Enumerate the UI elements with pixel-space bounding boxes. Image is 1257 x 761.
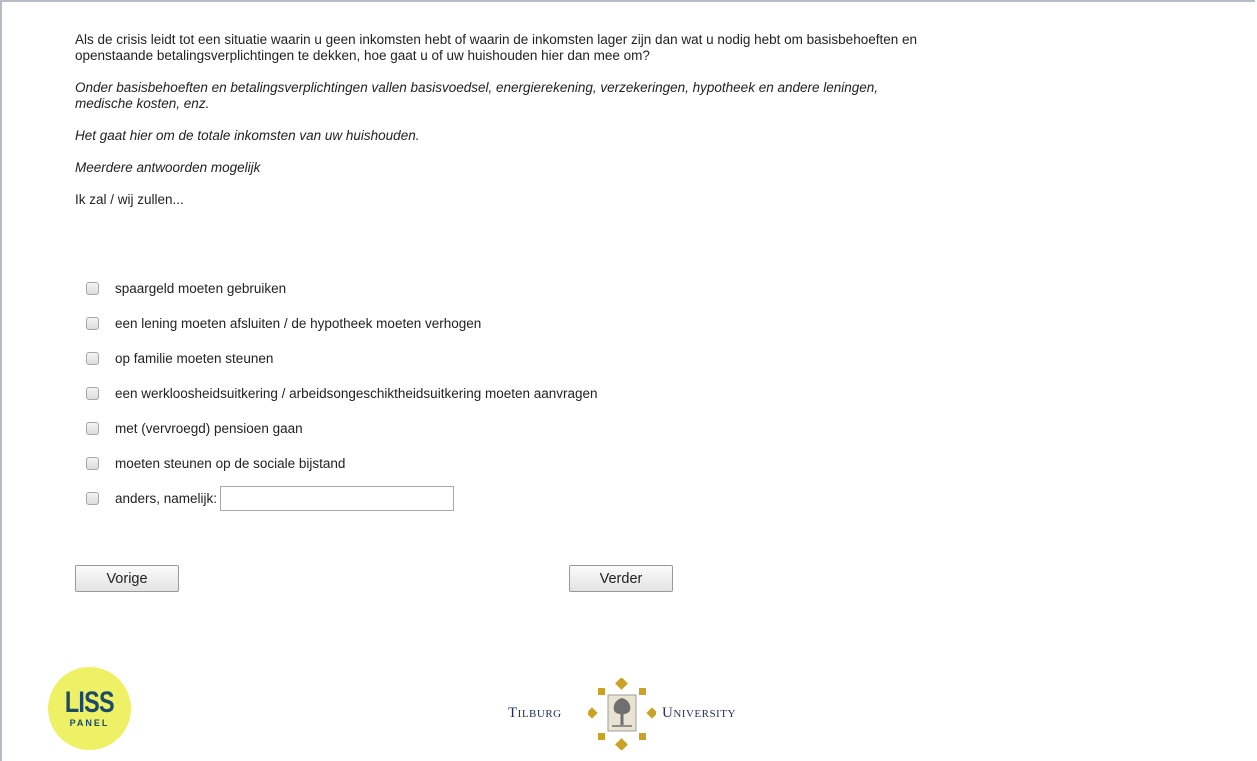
option-anders[interactable]: anders, namelijk: <box>86 481 598 516</box>
other-text-input[interactable] <box>220 486 455 511</box>
option-label: een werkloosheidsuitkering / arbeidsonge… <box>115 386 598 401</box>
checkbox[interactable] <box>86 492 99 505</box>
option-label: spaargeld moeten gebruiken <box>115 281 287 296</box>
liss-logo-text: LISS <box>65 686 115 719</box>
question-note-definitions: Onder basisbehoeften en betalingsverplic… <box>75 80 879 111</box>
option-label: een lening moeten afsluiten / de hypothe… <box>115 316 482 331</box>
option-uitkering[interactable]: een werkloosheidsuitkering / arbeidsonge… <box>86 376 598 411</box>
checkbox[interactable] <box>86 282 99 295</box>
next-button[interactable]: Verder <box>569 565 673 592</box>
option-bijstand[interactable]: moeten steunen op de sociale bijstand <box>86 446 598 481</box>
option-label: op familie moeten steunen <box>115 351 274 366</box>
question-note-household: Het gaat hier om de totale inkomsten van… <box>75 128 420 143</box>
question-note-multiple: Meerdere antwoorden mogelijk <box>75 160 261 175</box>
option-label: moeten steunen op de sociale bijstand <box>115 456 346 471</box>
question-text: Als de crisis leidt tot een situatie waa… <box>75 32 918 63</box>
tilburg-university-logo: Tilburg University <box>508 678 768 750</box>
checkbox[interactable] <box>86 457 99 470</box>
option-label: met (vervroegd) pensioen gaan <box>115 421 303 436</box>
option-label: anders, namelijk: <box>115 491 218 506</box>
tilburg-logo-right-text: University <box>662 705 736 721</box>
option-familie[interactable]: op familie moeten steunen <box>86 341 598 376</box>
liss-logo-subtext: PANEL <box>69 718 110 728</box>
checkbox[interactable] <box>86 422 99 435</box>
checkbox[interactable] <box>86 352 99 365</box>
checkbox[interactable] <box>86 387 99 400</box>
previous-button[interactable]: Vorige <box>75 565 179 592</box>
liss-panel-logo: LISS PANEL <box>48 667 131 750</box>
question-lead: Ik zal / wij zullen... <box>75 192 184 207</box>
tilburg-logo-left-text: Tilburg <box>508 705 562 721</box>
tilburg-emblem-icon <box>588 678 656 750</box>
option-pensioen[interactable]: met (vervroegd) pensioen gaan <box>86 411 598 446</box>
answer-options: spaargeld moeten gebruiken een lening mo… <box>86 271 598 516</box>
option-lening[interactable]: een lening moeten afsluiten / de hypothe… <box>86 306 598 341</box>
checkbox[interactable] <box>86 317 99 330</box>
option-spaargeld[interactable]: spaargeld moeten gebruiken <box>86 271 598 306</box>
question-block: Als de crisis leidt tot een situatie waa… <box>75 32 1075 224</box>
